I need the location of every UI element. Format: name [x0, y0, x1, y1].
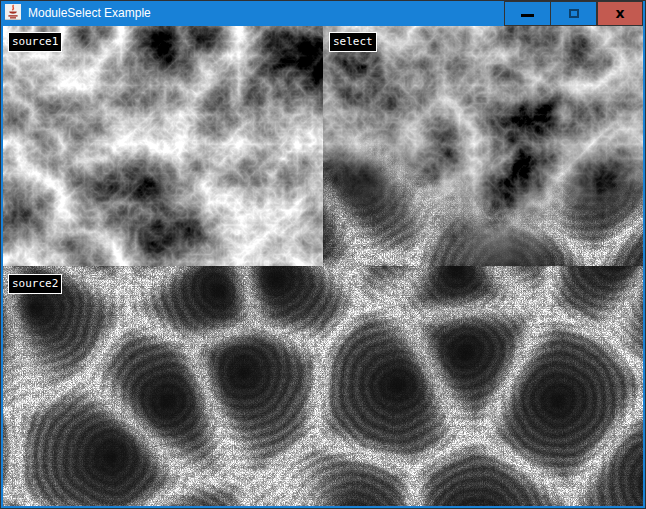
minimize-icon — [521, 14, 534, 17]
close-button[interactable]: x — [597, 1, 643, 26]
maximize-button[interactable] — [550, 1, 597, 26]
source2-noise-image — [3, 266, 643, 506]
label-source2: source2 — [8, 274, 62, 294]
label-source1: source1 — [8, 32, 62, 52]
minimize-button[interactable] — [504, 1, 551, 26]
maximize-icon — [569, 9, 579, 18]
window-title: ModuleSelect Example — [28, 0, 151, 26]
source1-noise-image — [3, 26, 323, 266]
label-select: select — [329, 32, 377, 52]
app-icon — [5, 4, 21, 20]
client-area: source1 select source2 — [3, 26, 643, 506]
window-titlebar[interactable]: ModuleSelect Example x — [0, 0, 646, 26]
